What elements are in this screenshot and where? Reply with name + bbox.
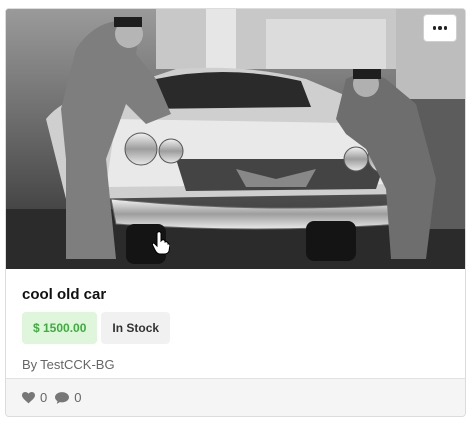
comment-icon	[55, 391, 70, 404]
vintage-car-photo	[6, 9, 465, 269]
product-card[interactable]: cool old car $ 1500.00 In Stock By TestCC…	[5, 8, 466, 417]
likes-count: 0	[40, 390, 48, 405]
price-badge: $ 1500.00	[22, 312, 98, 344]
more-dots-icon	[432, 26, 448, 30]
stock-status-badge: In Stock	[101, 312, 171, 344]
author-prefix: By	[22, 357, 38, 372]
comments-count: 0	[74, 390, 82, 405]
product-image[interactable]	[6, 9, 465, 269]
product-title[interactable]: cool old car	[22, 286, 449, 303]
card-footer: 0 0	[6, 378, 465, 416]
likes-button[interactable]: 0	[22, 390, 47, 405]
hand-cursor-icon	[152, 231, 170, 255]
heart-icon	[22, 391, 35, 403]
more-options-button[interactable]	[423, 14, 457, 42]
comments-button[interactable]: 0	[55, 390, 81, 405]
author-byline: By TestCCK-BG	[22, 357, 449, 372]
author-name[interactable]: TestCCK-BG	[40, 357, 114, 372]
